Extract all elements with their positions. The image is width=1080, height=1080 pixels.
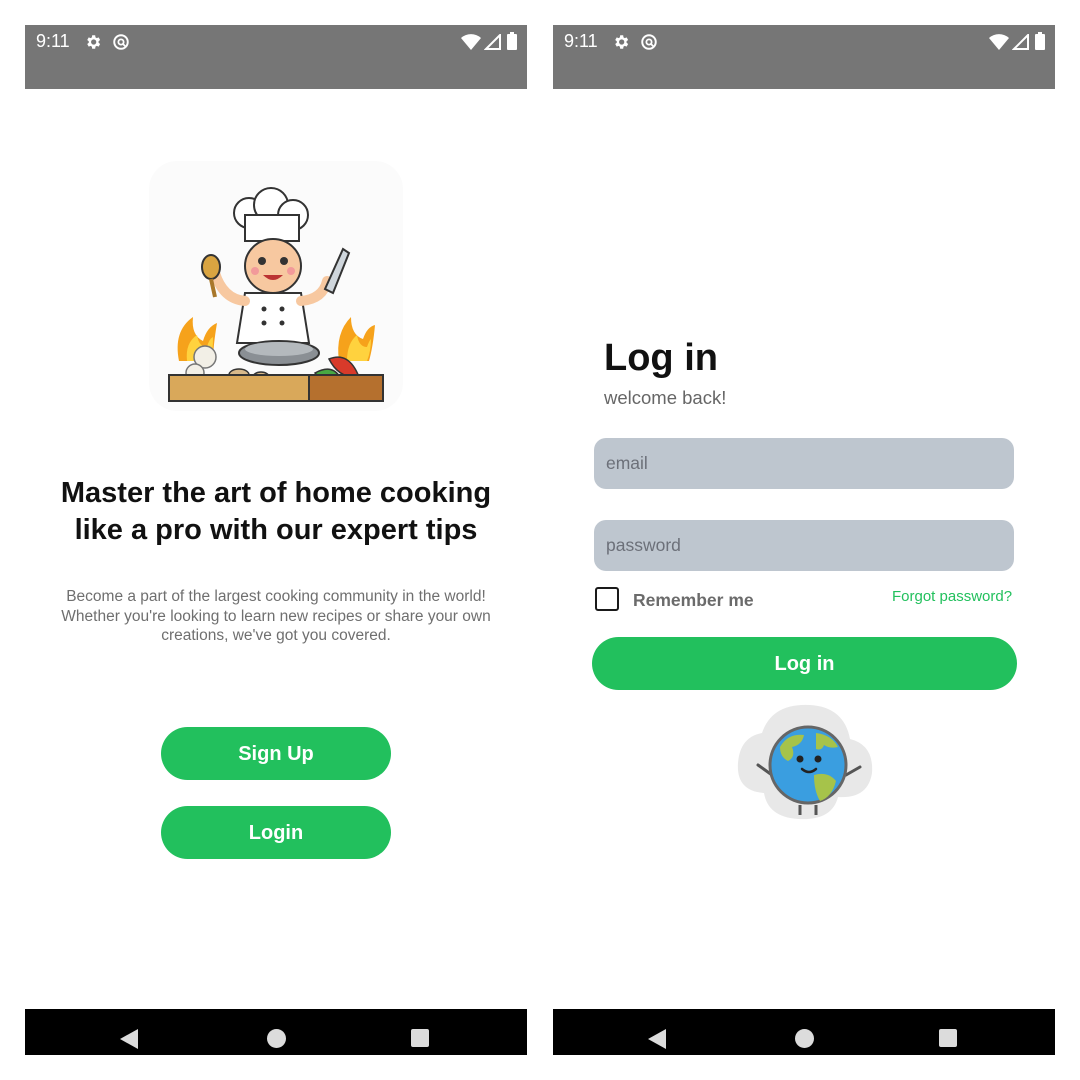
remember-me-label[interactable]: Remember me: [633, 590, 754, 611]
battery-icon: [507, 32, 517, 50]
navigation-bar: [553, 1009, 1055, 1055]
back-icon[interactable]: [120, 1029, 138, 1049]
sync-icon: [641, 34, 657, 50]
wifi-icon: [461, 34, 481, 50]
subtext-line-1: Become a part of the largest cooking com…: [66, 588, 486, 605]
welcome-headline: Master the art of home cooking like a pr…: [25, 475, 527, 549]
gear-icon: [87, 35, 101, 49]
globe-illustration: [737, 704, 873, 820]
login-submit-button[interactable]: Log in: [592, 637, 1017, 690]
home-icon[interactable]: [267, 1029, 286, 1048]
login-title: Log in: [604, 337, 718, 379]
welcome-screen: 9:11 Master the art of home cooking like…: [25, 25, 527, 1055]
home-icon[interactable]: [795, 1029, 814, 1048]
subtext-line-3: creations, we've got you covered.: [161, 627, 391, 644]
login-subtitle: welcome back!: [604, 387, 727, 408]
status-time: 9:11: [564, 31, 598, 51]
status-bar: 9:11: [25, 25, 527, 89]
gear-icon: [615, 35, 629, 49]
forgot-password-link[interactable]: Forgot password?: [892, 588, 1012, 605]
headline-line-1: Master the art of home cooking: [60, 477, 492, 509]
welcome-subtext: Become a part of the largest cooking com…: [35, 587, 517, 646]
login-screen: 9:11 Log in welcome back! Remember me Fo…: [553, 25, 1055, 1055]
recents-icon[interactable]: [411, 1029, 429, 1047]
login-button[interactable]: Login: [161, 806, 391, 859]
email-field[interactable]: [594, 438, 1014, 489]
sign-up-button[interactable]: Sign Up: [161, 727, 391, 780]
status-bar: 9:11: [553, 25, 1055, 89]
back-icon[interactable]: [648, 1029, 666, 1049]
chef-illustration: [149, 161, 403, 411]
remember-me-checkbox[interactable]: [595, 587, 619, 611]
navigation-bar: [25, 1009, 527, 1055]
headline-line-2: like a pro with our expert tips: [74, 514, 478, 546]
sync-icon: [113, 34, 129, 50]
subtext-line-2: Whether you're looking to learn new reci…: [61, 607, 491, 625]
wifi-icon: [989, 34, 1009, 50]
password-field[interactable]: [594, 520, 1014, 571]
recents-icon[interactable]: [939, 1029, 957, 1047]
signal-icon: [1012, 34, 1029, 50]
status-time: 9:11: [36, 31, 70, 51]
battery-icon: [1035, 32, 1045, 50]
signal-icon: [484, 34, 501, 50]
